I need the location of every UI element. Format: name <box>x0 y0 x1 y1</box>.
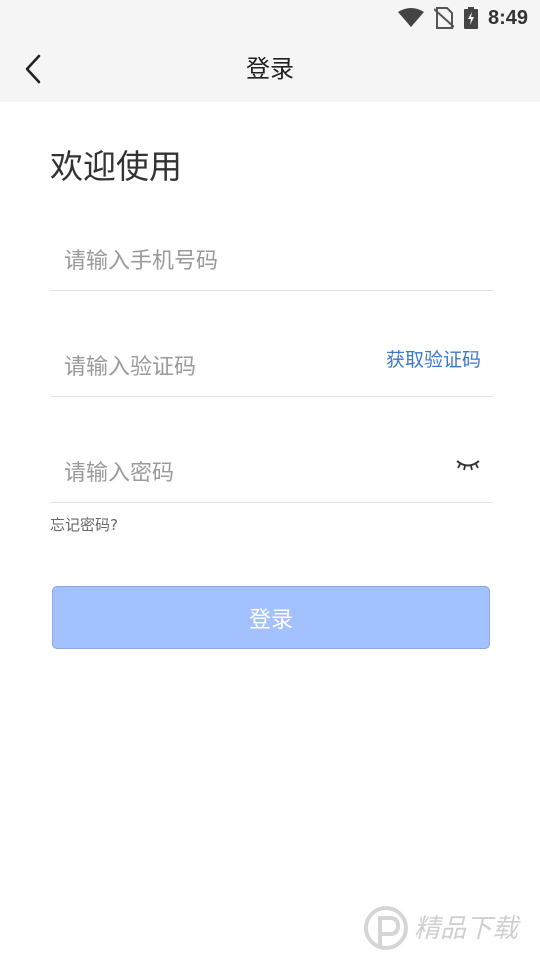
status-time: 8:49 <box>487 6 528 29</box>
welcome-heading: 欢迎使用 <box>50 147 182 186</box>
no-sim-icon <box>433 7 454 29</box>
code-field: 获取验证码 <box>50 327 493 397</box>
page-title: 登录 <box>246 55 294 83</box>
password-input[interactable] <box>64 456 364 490</box>
eye-closed-icon[interactable] <box>455 458 481 474</box>
back-button[interactable] <box>14 50 52 88</box>
forgot-password-link[interactable]: 忘记密码? <box>50 514 118 535</box>
watermark-text: 精品下载 <box>414 914 521 944</box>
watermark-logo: 精品下载 <box>364 906 521 950</box>
back-arrow-icon <box>25 54 41 84</box>
status-icons: 8:49 <box>397 6 528 30</box>
code-input[interactable] <box>64 350 364 384</box>
status-bar: 8:49 <box>0 0 540 36</box>
phone-input[interactable] <box>64 244 364 278</box>
password-field <box>50 433 493 503</box>
wifi-icon <box>397 8 424 27</box>
battery-icon <box>463 7 478 29</box>
login-button[interactable]: 登录 <box>52 586 490 649</box>
get-code-button[interactable]: 获取验证码 <box>386 345 481 372</box>
app-bar: 登录 <box>0 36 540 102</box>
phone-field <box>50 221 493 291</box>
